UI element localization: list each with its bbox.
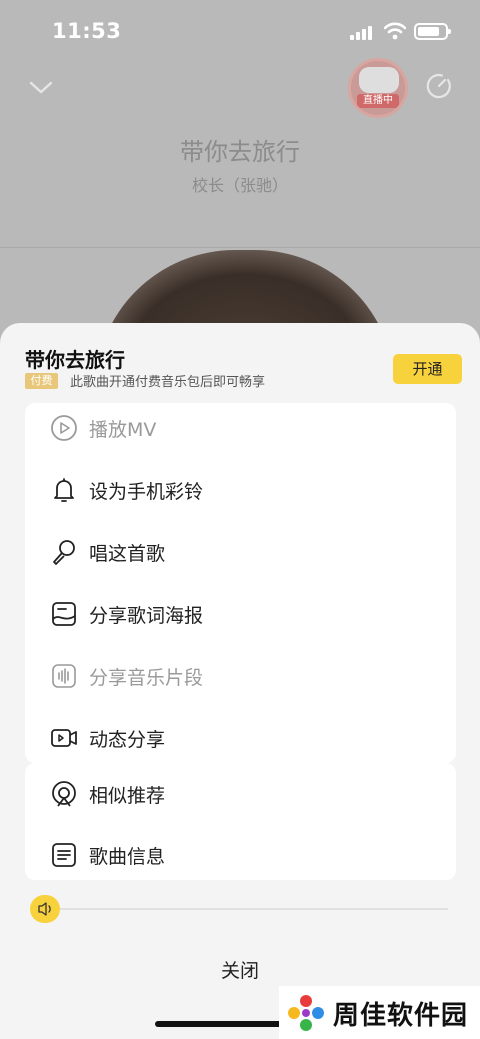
close-button[interactable]: 关闭 <box>0 956 480 983</box>
wifi-icon <box>384 22 406 40</box>
live-badge: 直播中 <box>357 94 399 108</box>
menu-item-label: 播放MV <box>89 419 157 441</box>
menu-card-secondary: 相似推荐 歌曲信息 <box>25 763 456 880</box>
menu-item-sing[interactable]: 唱这首歌 <box>25 521 456 583</box>
divider <box>0 247 480 248</box>
avatar-image <box>359 67 399 93</box>
menu-item-label: 动态分享 <box>89 729 166 751</box>
chevron-down-icon[interactable] <box>28 74 54 100</box>
player-artist: 校长（张驰） <box>191 176 288 195</box>
menu-item-play-mv[interactable]: 播放MV <box>25 397 456 459</box>
menu-item-similar[interactable]: 相似推荐 <box>25 763 456 825</box>
menu-item-share-clip[interactable]: 分享音乐片段 <box>25 645 456 707</box>
waveform-icon <box>52 664 76 688</box>
menu-item-label: 歌曲信息 <box>89 846 166 868</box>
timer-icon[interactable] <box>425 72 453 100</box>
status-time: 11:53 <box>52 19 122 43</box>
cellular-signal-icon <box>350 26 376 40</box>
speaker-icon <box>38 902 51 916</box>
player-song-title: 带你去旅行 <box>180 138 300 166</box>
lyrics-poster-icon <box>52 602 76 626</box>
menu-item-label: 分享音乐片段 <box>89 667 204 689</box>
menu-item-moment-share[interactable]: 动态分享 <box>25 707 456 769</box>
status-bar: 11:53 <box>0 0 480 60</box>
paid-tag: 付费 <box>25 373 58 389</box>
menu-item-label: 设为手机彩铃 <box>89 481 204 503</box>
volume-knob[interactable] <box>30 895 60 923</box>
bell-icon <box>54 478 74 502</box>
sheet-song-title: 带你去旅行 <box>25 348 125 372</box>
menu-card-primary: 播放MV 设为手机彩铃 唱这首歌 分享歌词海报 分享音乐片段 动态分享 <box>25 403 456 763</box>
menu-item-label: 相似推荐 <box>89 785 166 807</box>
play-mv-icon <box>51 415 77 441</box>
watermark-text: 周佳软件园 <box>333 1001 469 1031</box>
watermark: 周佳软件园 <box>279 986 480 1039</box>
info-list-icon <box>52 843 76 867</box>
volume-slider[interactable] <box>58 908 448 910</box>
menu-item-label: 唱这首歌 <box>89 543 166 565</box>
paid-note: 此歌曲开通付费音乐包后即可畅享 <box>70 375 266 390</box>
open-membership-button[interactable]: 开通 <box>393 354 462 384</box>
live-stream-avatar[interactable]: 直播中 <box>348 58 408 118</box>
battery-icon <box>414 23 451 40</box>
menu-item-song-info[interactable]: 歌曲信息 <box>25 824 456 886</box>
video-camera-icon <box>51 729 77 747</box>
menu-item-lyrics-poster[interactable]: 分享歌词海报 <box>25 583 456 645</box>
similar-icon <box>52 781 76 807</box>
watermark-logo-icon <box>288 995 324 1031</box>
menu-item-label: 分享歌词海报 <box>89 605 204 627</box>
more-options-sheet: 带你去旅行 付费 此歌曲开通付费音乐包后即可畅享 开通 播放MV 设为手机彩铃 … <box>0 323 480 1039</box>
menu-item-set-ringtone[interactable]: 设为手机彩铃 <box>25 459 456 521</box>
microphone-icon <box>53 540 75 565</box>
